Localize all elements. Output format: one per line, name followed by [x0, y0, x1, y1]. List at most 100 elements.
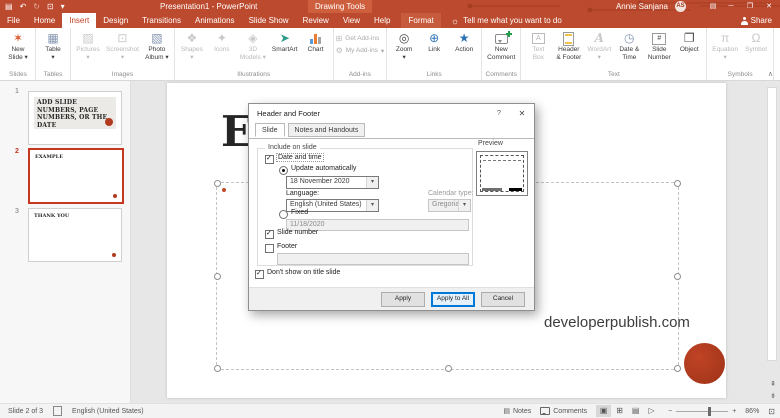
- action-button[interactable]: ★ Action: [449, 30, 479, 55]
- dont-show-title-label[interactable]: Don't show on title slide: [267, 269, 340, 276]
- tab-home[interactable]: Home: [27, 13, 62, 28]
- dialog-titlebar[interactable]: Header and Footer ? ✕: [249, 104, 534, 123]
- chart-button[interactable]: Chart: [301, 30, 331, 55]
- scrollbar-thumb[interactable]: [767, 87, 777, 361]
- zoom-button[interactable]: ◎ Zoom ▾: [389, 30, 419, 63]
- accessibility-icon[interactable]: [53, 406, 62, 416]
- user-name[interactable]: Annie Sanjana: [616, 0, 668, 13]
- slide-indicator[interactable]: Slide 2 of 3: [8, 408, 43, 415]
- wordart-button[interactable]: A WordArt ▾: [584, 30, 614, 63]
- cancel-button[interactable]: Cancel: [481, 292, 525, 307]
- resize-handle[interactable]: [214, 180, 221, 187]
- chevron-down-icon[interactable]: ▾: [366, 177, 378, 188]
- slide-number-button[interactable]: # Slide Number: [644, 30, 674, 63]
- dialog-tab-notes[interactable]: Notes and Handouts: [288, 123, 366, 137]
- link-button[interactable]: ⊕ Link: [419, 30, 449, 55]
- smartart-button[interactable]: ➤ SmartArt: [269, 30, 301, 55]
- save-icon[interactable]: ▤: [5, 0, 13, 13]
- notes-toggle[interactable]: ▤ Notes: [503, 407, 531, 415]
- resize-handle[interactable]: [674, 365, 681, 372]
- resize-handle[interactable]: [214, 273, 221, 280]
- tab-transitions[interactable]: Transitions: [135, 13, 188, 28]
- tab-slideshow[interactable]: Slide Show: [242, 13, 296, 28]
- collapse-ribbon-icon[interactable]: ∧: [768, 70, 773, 78]
- tab-file[interactable]: File: [0, 13, 27, 28]
- minimize-icon[interactable]: ─: [722, 0, 740, 13]
- tab-format[interactable]: Format: [401, 13, 440, 28]
- slide-number-checkbox[interactable]: [265, 230, 274, 239]
- date-time-button[interactable]: ◷ Date & Time: [614, 30, 644, 63]
- fixed-label[interactable]: Fixed: [291, 209, 308, 216]
- zoom-out-icon[interactable]: −: [668, 408, 672, 415]
- date-time-label[interactable]: Date and time: [277, 154, 323, 161]
- slide-thumbnail-3[interactable]: THANK YOU: [28, 208, 122, 262]
- tab-view[interactable]: View: [336, 13, 367, 28]
- fixed-radio[interactable]: [279, 210, 288, 219]
- close-icon[interactable]: ✕: [760, 0, 778, 13]
- dialog-close-icon[interactable]: ✕: [510, 104, 534, 123]
- screenshot-button[interactable]: ⊡ Screenshot ▾: [103, 30, 142, 63]
- icons-button[interactable]: ✦ Icons: [207, 30, 237, 55]
- chevron-down-icon[interactable]: ▾: [366, 200, 378, 211]
- date-time-checkbox[interactable]: [265, 155, 274, 164]
- redo-icon[interactable]: ↻: [33, 0, 40, 13]
- shapes-button[interactable]: ❖ Shapes ▾: [177, 30, 207, 63]
- comments-toggle[interactable]: Comments: [540, 407, 587, 415]
- tab-animations[interactable]: Animations: [188, 13, 242, 28]
- slide-thumbnail-2[interactable]: EXAMPLE: [28, 148, 124, 204]
- slideshow-view-icon[interactable]: ▷: [644, 405, 659, 417]
- new-slide-button[interactable]: ✶ New Slide ▾: [3, 30, 33, 63]
- header-footer-button[interactable]: Header & Footer: [553, 30, 584, 63]
- table-button[interactable]: ▦ Table ▾: [38, 30, 68, 63]
- update-automatically-label[interactable]: Update automatically: [291, 165, 356, 172]
- date-format-dropdown[interactable]: 18 November 2020 ▾: [286, 176, 379, 189]
- footer-checkbox[interactable]: [265, 244, 274, 253]
- resize-handle[interactable]: [674, 273, 681, 280]
- tab-help[interactable]: Help: [367, 13, 397, 28]
- zoom-slider-handle[interactable]: [708, 407, 711, 416]
- avatar[interactable]: AS: [675, 1, 686, 12]
- tell-me-box[interactable]: ☼ Tell me what you want to do: [451, 13, 562, 28]
- new-comment-button[interactable]: New Comment: [484, 30, 518, 63]
- tab-insert[interactable]: Insert: [62, 13, 96, 28]
- reading-view-icon[interactable]: ▤: [628, 405, 643, 417]
- object-button[interactable]: ❐ Object: [674, 30, 704, 55]
- language-indicator[interactable]: English (United States): [72, 408, 144, 415]
- 3d-models-button[interactable]: ◈ 3D Models ▾: [237, 30, 269, 63]
- slide-number-label[interactable]: Slide number: [277, 229, 318, 236]
- update-automatically-radio[interactable]: [279, 166, 288, 175]
- equation-button[interactable]: π Equation ▾: [709, 30, 741, 63]
- zoom-slider[interactable]: [676, 411, 728, 412]
- restore-icon[interactable]: ❐: [741, 0, 759, 13]
- slide-thumbnail-1[interactable]: ADD SLIDE NUMBERS, PAGE NUMBERS, OR THE …: [28, 91, 122, 145]
- fit-to-window-icon[interactable]: ⊡: [768, 407, 775, 416]
- zoom-in-icon[interactable]: +: [732, 408, 736, 415]
- share-button[interactable]: Share: [741, 13, 780, 28]
- get-addins-button[interactable]: ⊞ Get Add-ins: [336, 34, 380, 43]
- resize-handle[interactable]: [214, 365, 221, 372]
- slide-sorter-view-icon[interactable]: ⊞: [612, 405, 627, 417]
- photo-album-button[interactable]: ▧ Photo Album ▾: [142, 30, 172, 63]
- apply-to-all-button[interactable]: Apply to All: [431, 292, 475, 307]
- apply-button[interactable]: Apply: [381, 292, 425, 307]
- normal-view-icon[interactable]: ▣: [596, 405, 611, 417]
- previous-slide-icon[interactable]: ⇞: [768, 380, 778, 390]
- start-presentation-icon[interactable]: ⊡: [47, 0, 54, 13]
- resize-handle[interactable]: [674, 180, 681, 187]
- dialog-help-icon[interactable]: ?: [490, 104, 508, 123]
- footer-label[interactable]: Footer: [277, 243, 297, 250]
- tab-design[interactable]: Design: [96, 13, 135, 28]
- text-box-button[interactable]: A Text Box: [523, 30, 553, 63]
- dialog-tab-slide[interactable]: Slide: [255, 123, 285, 137]
- symbol-button[interactable]: Ω Symbol: [741, 30, 771, 55]
- pictures-button[interactable]: ▨ Pictures ▾: [73, 30, 103, 63]
- my-addins-button[interactable]: ⚙ My Add-ins ▾: [336, 46, 385, 55]
- video-button[interactable]: Video ▾: [776, 30, 780, 63]
- ribbon-display-options-icon[interactable]: ▤: [704, 0, 722, 13]
- zoom-percentage[interactable]: 86%: [745, 408, 759, 415]
- dont-show-title-checkbox[interactable]: [255, 270, 264, 279]
- next-slide-icon[interactable]: ⇟: [768, 392, 778, 402]
- undo-icon[interactable]: ↶: [20, 0, 27, 13]
- tab-review[interactable]: Review: [296, 13, 336, 28]
- resize-handle[interactable]: [445, 365, 452, 372]
